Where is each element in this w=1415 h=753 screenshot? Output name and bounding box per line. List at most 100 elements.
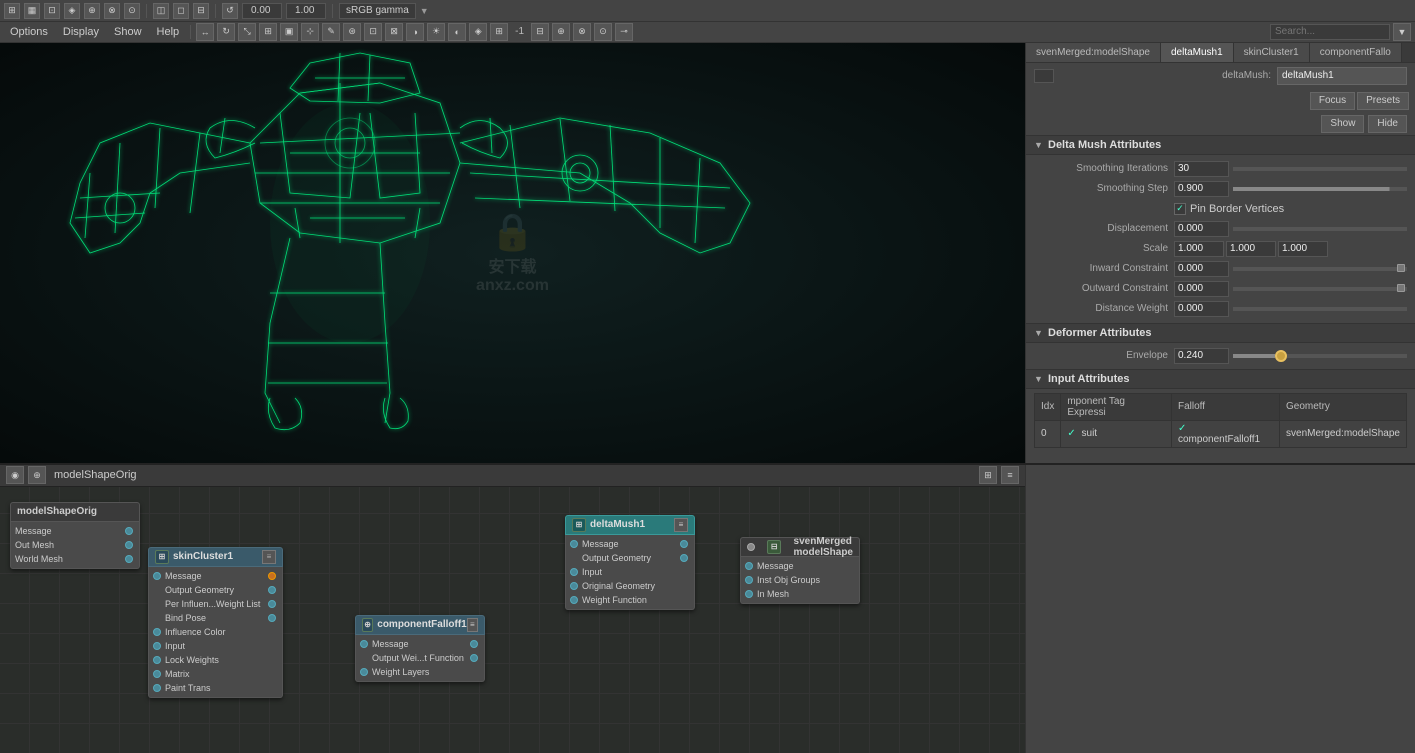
section-arrow-deltamush: ▼: [1034, 140, 1044, 150]
row-checkbox: ✓: [1067, 428, 1075, 439]
tab-deltamush[interactable]: deltaMush1: [1161, 43, 1234, 62]
attr-dist-weight: Distance Weight: [1026, 299, 1415, 319]
hide-button[interactable]: Hide: [1368, 115, 1407, 133]
search-input[interactable]: [1270, 24, 1390, 40]
slider-envelope-track[interactable]: [1233, 354, 1407, 358]
tab-componentfalloff[interactable]: componentFallo: [1310, 43, 1402, 62]
toolbar2-extra1[interactable]: ⊕: [552, 23, 570, 41]
transform-value: 0.00: [242, 3, 282, 19]
toolbar2-extra2[interactable]: ⊗: [573, 23, 591, 41]
toolbar2-shaded[interactable]: ◑: [406, 23, 424, 41]
slider-outward[interactable]: [1233, 287, 1407, 291]
menu-display[interactable]: Display: [57, 26, 105, 38]
field-outward[interactable]: [1174, 281, 1229, 297]
ng-icon-4[interactable]: ≡: [1001, 466, 1019, 484]
field-dist-weight[interactable]: [1174, 301, 1229, 317]
dm-expand[interactable]: ≡: [674, 518, 688, 532]
toolbar2-grid[interactable]: ⊞: [490, 23, 508, 41]
field-scale-x[interactable]: [1174, 241, 1224, 257]
toolbar2-shadows[interactable]: ◐: [448, 23, 466, 41]
toolbar-icon-9[interactable]: ◻: [173, 3, 189, 19]
deformer-attrs: Envelope: [1026, 343, 1415, 369]
node-skincluster1[interactable]: ⊞ skinCluster1 ≡ Message Output Geometry: [148, 547, 283, 698]
toolbar-icon-7[interactable]: ⊙: [124, 3, 140, 19]
node-deltamush1[interactable]: ⊞ deltaMush1 ≡ Message Output Geometry: [565, 515, 695, 610]
color-space[interactable]: sRGB gamma: [339, 3, 416, 19]
toolbar2-minus[interactable]: -1: [511, 26, 528, 37]
node-graph-canvas[interactable]: modelShapeOrig Message Out Mesh World Me…: [0, 487, 1025, 753]
cell-falloff: componentFalloff1: [1178, 434, 1260, 445]
toolbar-icon-5[interactable]: ⊕: [84, 3, 100, 19]
viewport[interactable]: 🔒 安下载anxz.com: [0, 43, 1025, 463]
slider-displacement[interactable]: [1233, 227, 1407, 231]
menu-options[interactable]: Options: [4, 26, 54, 38]
skincluster-expand[interactable]: ≡: [262, 550, 276, 564]
toolbar2-scale[interactable]: ⤡: [238, 23, 256, 41]
toolbar2-move[interactable]: ↔: [196, 23, 214, 41]
toolbar-icon-10[interactable]: ⊟: [193, 3, 209, 19]
section-title-deltamush: Delta Mush Attributes: [1048, 139, 1161, 151]
slider-smoothing-step[interactable]: [1233, 187, 1407, 191]
toolbar2-aa[interactable]: ◈: [469, 23, 487, 41]
presets-button[interactable]: Presets: [1357, 92, 1409, 110]
node-svenmerged[interactable]: ⊟ svenMergedmodelShape Message Inst Obj …: [740, 537, 860, 604]
slider-inward[interactable]: [1233, 267, 1407, 271]
focus-button[interactable]: Focus: [1310, 92, 1355, 110]
node-dm-label: deltaMush1: [590, 519, 674, 530]
section-deformer[interactable]: ▼ Deformer Attributes: [1026, 323, 1415, 343]
search-dropdown[interactable]: ▼: [1393, 23, 1411, 41]
ng-icon-2[interactable]: ⊕: [28, 466, 46, 484]
slider-smoothing-iter[interactable]: [1233, 167, 1407, 171]
checkbox-pin-border[interactable]: ✓: [1174, 203, 1186, 215]
port-sk-perinfl: Per Influen...Weight List: [149, 597, 282, 611]
port-outmesh: Out Mesh: [11, 538, 139, 552]
section-input-attrs[interactable]: ▼ Input Attributes: [1026, 369, 1415, 389]
ng-icon-1[interactable]: ◉: [6, 466, 24, 484]
field-displacement[interactable]: [1174, 221, 1229, 237]
section-deltamush[interactable]: ▼ Delta Mush Attributes: [1026, 135, 1415, 155]
node-componentfalloff1[interactable]: ⊕ componentFalloff1 ≡ Message Output Wei…: [355, 615, 485, 682]
node-modelshapeorig[interactable]: modelShapeOrig Message Out Mesh World Me…: [10, 502, 140, 569]
port-dm-out-msg: [680, 540, 688, 548]
menu-show[interactable]: Show: [108, 26, 148, 38]
toolbar-icon-8[interactable]: ◫: [153, 3, 169, 19]
tab-svenmerged[interactable]: svenMerged:modelShape: [1026, 43, 1161, 62]
field-envelope[interactable]: [1174, 348, 1229, 364]
toolbar-icon-1[interactable]: ⊞: [4, 3, 20, 19]
toolbar2-extra3[interactable]: ⊙: [594, 23, 612, 41]
node-name-field[interactable]: [1277, 67, 1407, 85]
toolbar2-lights[interactable]: ☀: [427, 23, 445, 41]
tab-skincluster[interactable]: skinCluster1: [1234, 43, 1310, 62]
toolbar2-camera[interactable]: ⊡: [364, 23, 382, 41]
ng-icon-3[interactable]: ⊞: [979, 466, 997, 484]
toolbar-icon-6[interactable]: ⊗: [104, 3, 120, 19]
field-smoothing-iter[interactable]: [1174, 161, 1229, 177]
field-scale-y[interactable]: [1226, 241, 1276, 257]
field-inward[interactable]: [1174, 261, 1229, 277]
slider-envelope-thumb[interactable]: [1275, 350, 1287, 362]
toolbar2-snap[interactable]: ⊞: [259, 23, 277, 41]
toolbar2-sym[interactable]: ⊟: [531, 23, 549, 41]
toolbar2-magnet[interactable]: ⊛: [343, 23, 361, 41]
toolbar2-select[interactable]: ▣: [280, 23, 298, 41]
toolbar2-paint[interactable]: ✎: [322, 23, 340, 41]
toolbar-icon-3[interactable]: ⊡: [44, 3, 60, 19]
node-graph[interactable]: ◉ ⊕ modelShapeOrig ⊞ ≡: [0, 465, 1025, 753]
toolbar2-lasso[interactable]: ⊹: [301, 23, 319, 41]
upper-area: 🔒 安下载anxz.com svenMerged:modelShape delt…: [0, 43, 1415, 463]
toolbar-icon-2[interactable]: ▦: [24, 3, 40, 19]
toolbar-icon-4[interactable]: ◈: [64, 3, 80, 19]
toolbar2-rotate[interactable]: ↻: [217, 23, 235, 41]
slider-dist-weight[interactable]: [1233, 307, 1407, 311]
field-scale-z[interactable]: [1278, 241, 1328, 257]
menu-help[interactable]: Help: [151, 26, 186, 38]
show-button[interactable]: Show: [1321, 115, 1364, 133]
toolbar-icon-11[interactable]: ↺: [222, 3, 238, 19]
toolbar2-wireframe[interactable]: ⊠: [385, 23, 403, 41]
cf-expand[interactable]: ≡: [467, 618, 478, 632]
table-row[interactable]: 0 ✓ suit ✓ componentFalloff1 svenMerged:…: [1035, 420, 1407, 447]
port-dm-input: Input: [566, 565, 694, 579]
toolbar2-snap2[interactable]: ⊸: [615, 23, 633, 41]
port-dm-msg: Message: [566, 537, 694, 551]
field-smoothing-step[interactable]: [1174, 181, 1229, 197]
